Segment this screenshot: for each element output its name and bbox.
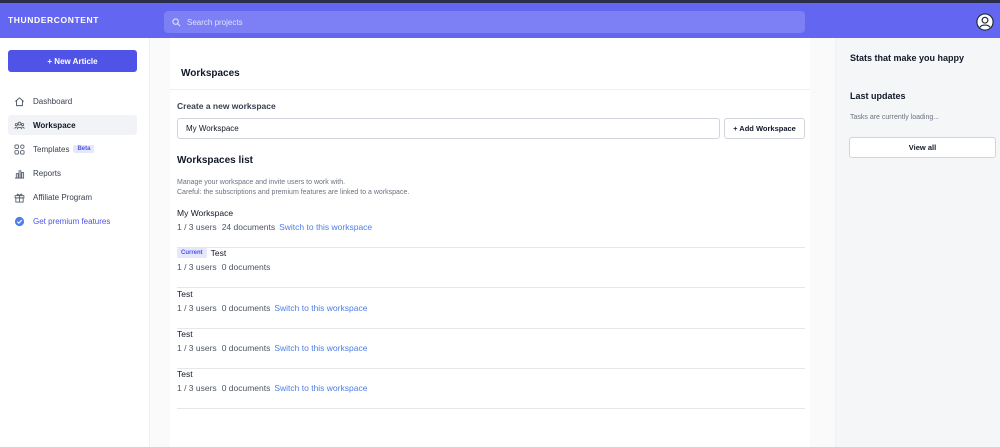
workspace-name-text: My Workspace	[177, 208, 234, 218]
stats-title: Stats that make you happy	[850, 53, 965, 63]
workspace-row: Test 1 / 3 users 0 documents Switch to thi…	[177, 289, 805, 329]
workspace-users: 1 / 3 users	[177, 262, 217, 272]
bar-chart-icon	[14, 169, 25, 178]
search-bar[interactable]	[164, 11, 805, 33]
create-workspace-label: Create a new workspace	[177, 101, 276, 111]
workspace-row: Current Test 1 / 3 users 0 documents	[177, 248, 805, 288]
workspace-docs: 0 documents	[221, 262, 271, 272]
sidebar-item-premium[interactable]: Get premium features	[8, 211, 137, 231]
switch-workspace-link[interactable]: Switch to this workspace	[274, 383, 367, 393]
add-workspace-button[interactable]: + Add Workspace	[724, 118, 805, 139]
sidebar-item-templates[interactable]: Templates Beta	[8, 139, 137, 159]
current-badge: Current	[177, 248, 207, 258]
workspace-name: Current Test	[177, 248, 226, 258]
sidebar-item-label: Affiliate Program	[33, 192, 92, 202]
workspace-meta: 1 / 3 users 0 documents Switch to this wor…	[177, 343, 367, 353]
grid-icon	[14, 144, 25, 154]
workspaces-description: Manage your workspace and invite users t…	[177, 178, 409, 198]
sidebar-item-workspace[interactable]: Workspace	[8, 115, 137, 135]
last-updates-title: Last updates	[850, 91, 906, 101]
workspace-name: Test	[177, 289, 193, 299]
view-all-button[interactable]: View all	[849, 137, 996, 158]
search-input[interactable]	[187, 17, 787, 27]
workspace-meta: 1 / 3 users 0 documents Switch to this wor…	[177, 303, 367, 313]
workspace-meta: 1 / 3 users 0 documents	[177, 262, 270, 272]
workspace-name-text: Test	[177, 369, 193, 379]
new-article-button[interactable]: + New Article	[8, 50, 137, 72]
workspace-name-text: Test	[177, 289, 193, 299]
divider	[170, 89, 810, 90]
workspace-row: My Workspace 1 / 3 users 24 documents Swit…	[177, 208, 805, 248]
check-badge-icon	[14, 216, 25, 226]
workspace-docs: 0 documents	[221, 303, 271, 313]
switch-workspace-link[interactable]: Switch to this workspace	[274, 303, 367, 313]
home-icon	[15, 96, 24, 106]
description-line: Careful: the subscriptions and premium f…	[177, 189, 410, 196]
sidebar-item-label: Reports	[33, 168, 62, 178]
main-area: Workspaces Create a new workspace + Add …	[150, 38, 835, 447]
sidebar-item-label: Dashboard	[33, 96, 73, 106]
workspace-meta: 1 / 3 users 24 documents Switch to this wo…	[177, 222, 372, 232]
workspace-row: Test 1 / 3 users 0 documents Switch to thi…	[177, 369, 805, 409]
top-bar: THUNDERCONTENT	[0, 0, 1000, 38]
sidebar-item-dashboard[interactable]: Dashboard	[8, 91, 137, 111]
sidebar-item-label: Get premium features	[33, 216, 111, 226]
search-icon	[172, 17, 181, 26]
workspace-name: My Workspace	[177, 208, 233, 218]
workspace-row: Test 1 / 3 users 0 documents Switch to thi…	[177, 329, 805, 369]
workspace-docs: 0 documents	[221, 383, 271, 393]
page-title: Workspaces	[181, 68, 240, 79]
workspace-users: 1 / 3 users	[177, 383, 217, 393]
user-avatar-icon[interactable]	[976, 13, 994, 31]
workspace-name: Test	[177, 329, 193, 339]
workspace-name-text: Test	[177, 329, 193, 339]
team-icon	[14, 121, 25, 129]
beta-badge: Beta	[73, 145, 95, 153]
sidebar: + New Article Dashboard Workspace Templa…	[0, 38, 150, 447]
brand-logo[interactable]: THUNDERCONTENT	[8, 15, 99, 25]
workspaces-panel: Workspaces Create a new workspace + Add …	[170, 38, 810, 447]
workspace-users: 1 / 3 users	[177, 343, 217, 353]
workspace-name-input[interactable]	[177, 118, 720, 139]
sidebar-item-label: Workspace	[33, 120, 76, 130]
workspace-docs: 24 documents	[221, 222, 276, 232]
switch-workspace-link[interactable]: Switch to this workspace	[279, 222, 372, 232]
workspace-users: 1 / 3 users	[177, 303, 217, 313]
switch-workspace-link[interactable]: Switch to this workspace	[274, 343, 367, 353]
workspaces-list-title: Workspaces list	[177, 155, 253, 166]
gift-icon	[14, 193, 25, 202]
description-line: Manage your workspace and invite users t…	[177, 179, 346, 186]
right-panel: Stats that make you happy Last updates T…	[835, 38, 1000, 447]
workspace-users: 1 / 3 users	[177, 222, 217, 232]
sidebar-item-reports[interactable]: Reports	[8, 163, 137, 183]
workspace-name-text: Test	[210, 248, 227, 258]
workspace-name: Test	[177, 369, 193, 379]
workspace-docs: 0 documents	[221, 343, 271, 353]
tasks-loading-text: Tasks are currently loading...	[850, 114, 940, 121]
sidebar-item-affiliate[interactable]: Affiliate Program	[8, 187, 137, 207]
workspace-meta: 1 / 3 users 0 documents Switch to this wor…	[177, 383, 367, 393]
sidebar-item-label: Templates	[33, 144, 70, 154]
